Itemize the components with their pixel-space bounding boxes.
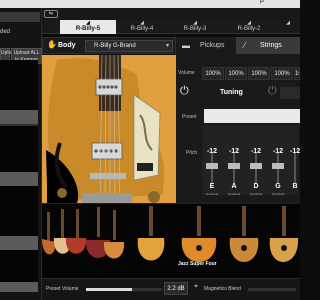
- bottom-controls: Preset Volume 2.2 dB ⌖ Magnetics Blend: [42, 278, 300, 300]
- upload-all-label: Upload ALL: [13, 50, 40, 56]
- guitar-thumb[interactable]: [229, 206, 259, 262]
- tab-strings[interactable]: ⁄ Strings: [236, 37, 300, 54]
- list-item[interactable]: [0, 172, 38, 186]
- window-title: p: [260, 0, 264, 4]
- tab-r-billy-5[interactable]: ◢ R-Billy-5: [60, 20, 116, 34]
- tab-pickups-label: Pickups: [200, 42, 225, 49]
- string-volume-4[interactable]: 100%: [271, 67, 293, 80]
- preset-select[interactable]: [204, 109, 300, 123]
- string-volume-2[interactable]: 100%: [225, 67, 247, 80]
- tab-r-billy-4[interactable]: ◢ R-Billy-4: [116, 20, 168, 34]
- tab-label: R-Billy-2: [237, 26, 261, 32]
- note-b: B: [292, 183, 298, 190]
- magnet-icon: ⌖: [194, 283, 198, 290]
- list-item[interactable]: [0, 236, 38, 250]
- guitar-body-image: [42, 55, 176, 203]
- preset-list[interactable]: [0, 60, 38, 292]
- cents-value: -12: [206, 148, 218, 155]
- tab-strings-label: Strings: [260, 42, 282, 49]
- cents-value: -12: [290, 148, 301, 155]
- guitar-selector: Jazz Super Four: [42, 203, 300, 278]
- guitar-icon: ◢: [286, 20, 290, 26]
- tuning-label: Tuning: [220, 89, 243, 96]
- list-item[interactable]: [0, 110, 38, 124]
- pitch-slider-e[interactable]: [204, 153, 220, 183]
- body-header: ✋ Body R-Billy G-Brand ▾: [42, 37, 176, 54]
- preset-volume-label: Preset Volume: [46, 286, 79, 292]
- body-label: Body: [58, 42, 76, 49]
- guitar-thumb[interactable]: [269, 206, 299, 262]
- power-icon[interactable]: ⏻: [268, 85, 277, 98]
- power-icon[interactable]: ⏻: [180, 85, 189, 98]
- link-icon[interactable]: ⇆: [44, 10, 58, 18]
- body-select[interactable]: R-Billy G-Brand ▾: [85, 40, 173, 52]
- pitch-slider-d[interactable]: [248, 153, 264, 183]
- strings-panel: ▬ Pickups ⁄ Strings Volume 100% 100% 100…: [176, 37, 300, 203]
- pickup-icon: ▬: [182, 41, 190, 50]
- tab-label: R-Billy-3: [183, 26, 207, 32]
- preset-volume-fill: [86, 288, 132, 291]
- body-select-value: R-Billy G-Brand: [94, 43, 136, 49]
- magnetics-blend-slider[interactable]: [248, 288, 296, 291]
- tab-more[interactable]: ◢: [276, 20, 300, 34]
- toolbar-strip: ⇆: [42, 8, 300, 20]
- cents-unit: hundreds: [271, 192, 285, 196]
- guitar-thumb[interactable]: [103, 210, 125, 259]
- pitch-slider-a[interactable]: [226, 153, 242, 183]
- left-panel-title: ded: [0, 29, 11, 35]
- cents-unit: hundreds: [227, 192, 241, 196]
- guitar-thumb[interactable]: [137, 206, 165, 261]
- chevron-down-icon: ▾: [165, 43, 169, 49]
- note-g: G: [275, 183, 281, 190]
- tab-r-billy-3[interactable]: ◢ R-Billy-3: [168, 20, 222, 34]
- note-d: D: [253, 183, 259, 190]
- cents-value: -12: [228, 148, 240, 155]
- tab-label: R-Billy-5: [75, 26, 101, 32]
- preset-label: Preset: [182, 114, 197, 120]
- strings-icon: ⁄: [244, 41, 246, 50]
- magnetics-blend-label: Magnetics Blend: [204, 286, 241, 292]
- list-item[interactable]: [0, 282, 38, 292]
- cents-unit: hundreds: [205, 192, 219, 196]
- string-volume-1[interactable]: 100%: [202, 67, 224, 80]
- selected-guitar-label: Jazz Super Four: [178, 261, 217, 267]
- cents-unit: hundreds: [249, 192, 263, 196]
- guitar-thumb-selected[interactable]: [181, 206, 217, 262]
- pitch-slider-b[interactable]: [290, 153, 300, 183]
- guitar-thumb[interactable]: [65, 209, 87, 254]
- pitch-label: Pitch: [186, 150, 198, 156]
- preset-volume-slider[interactable]: [86, 288, 162, 291]
- guitar-thumb[interactable]: [42, 212, 56, 255]
- volume-label: Volume: [178, 70, 195, 76]
- string-volume-3[interactable]: 100%: [248, 67, 270, 80]
- tab-r-billy-2[interactable]: ◢ R-Billy-2: [222, 20, 276, 34]
- note-a: A: [231, 183, 237, 190]
- hand-icon: ✋: [47, 40, 57, 49]
- tab-pickups[interactable]: ▬ Pickups: [176, 37, 234, 54]
- amp-tabs: ◢ R-Billy-5 ◢ R-Billy-4 ◢ R-Billy-3 ◢ R-Bill…: [42, 20, 300, 34]
- note-e: E: [209, 183, 215, 190]
- tab-label: R-Billy-4: [130, 26, 154, 32]
- pitch-slider-g[interactable]: [270, 153, 286, 183]
- string-volume-5[interactable]: 100%: [294, 67, 300, 80]
- tuning-control[interactable]: [280, 87, 300, 99]
- window-titlebar: p: [0, 0, 300, 8]
- preset-volume-value[interactable]: 2.2 dB: [164, 282, 188, 295]
- cents-value: -12: [272, 148, 284, 155]
- cents-value: -12: [250, 148, 262, 155]
- list-divider: [0, 124, 38, 126]
